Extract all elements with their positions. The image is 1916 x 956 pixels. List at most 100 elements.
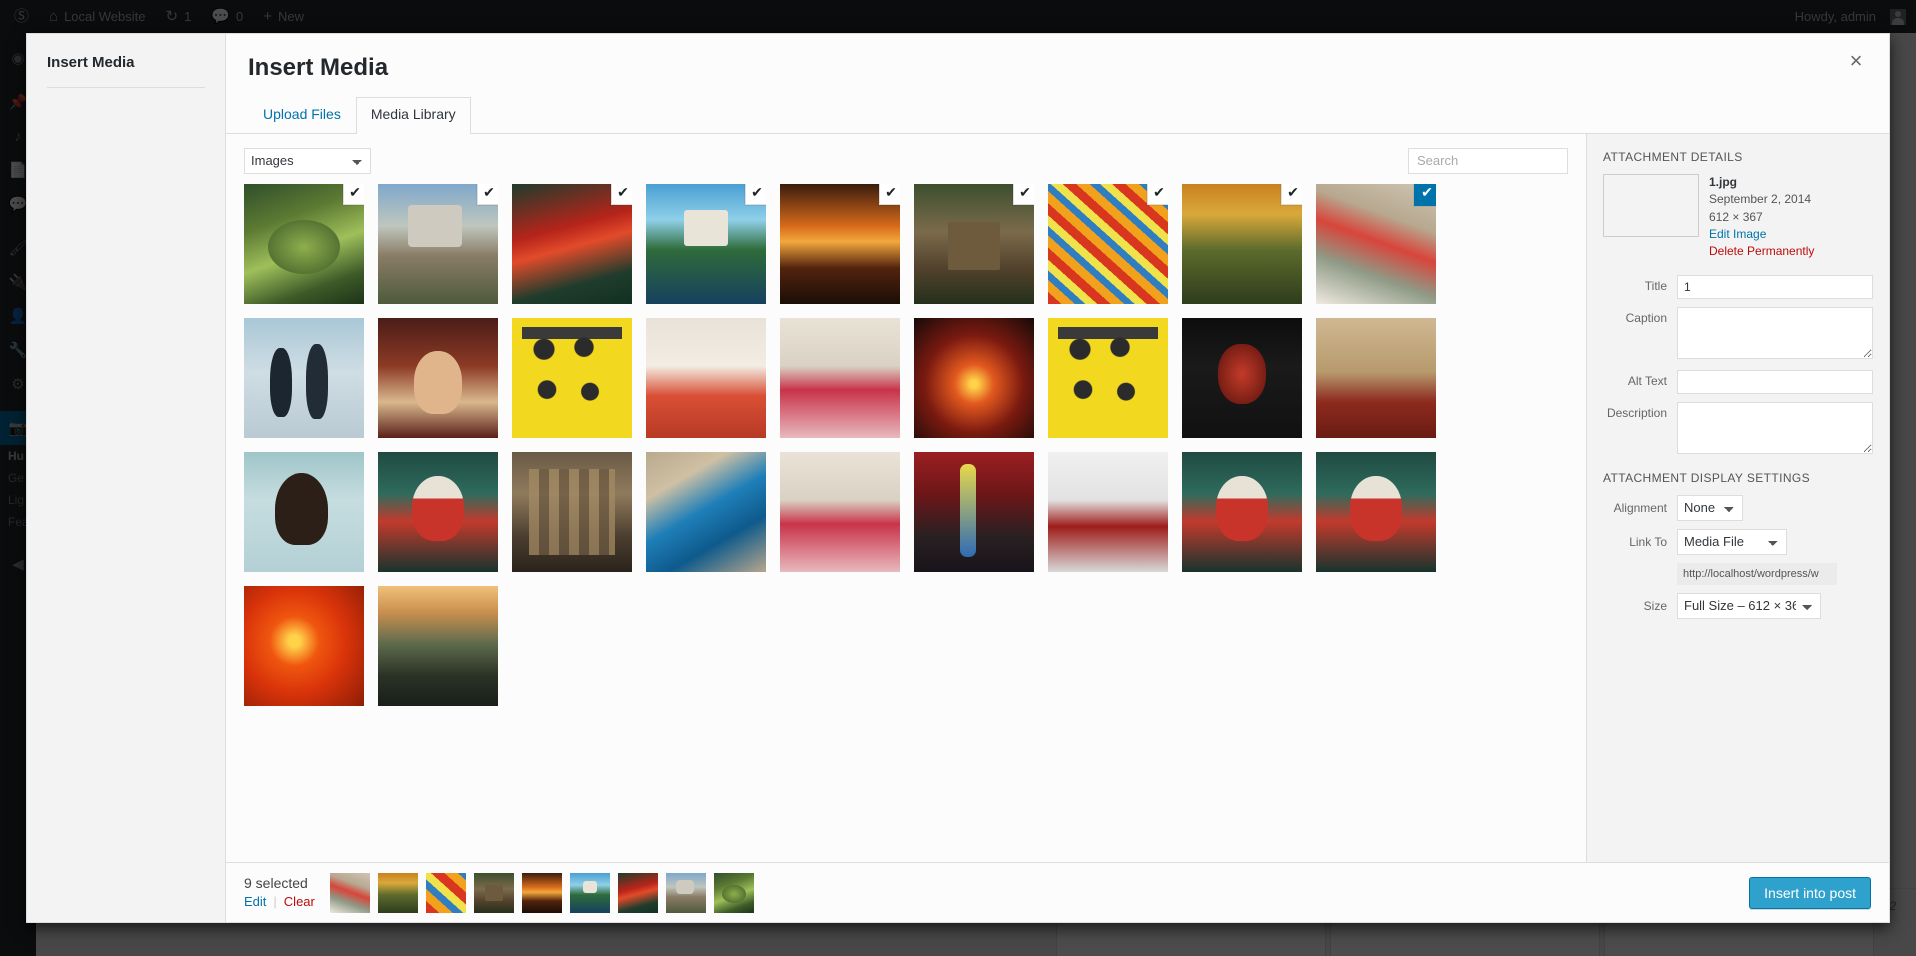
attachment-checkbox-icon[interactable]: ✔ [1414, 183, 1436, 206]
attachments-grid-scroll[interactable]: ✔✔✔✔✔✔✔✔✔✔✔✔✔✔✔✔✔✔✔✔✔✔✔✔✔✔✔✔✔ [226, 183, 1586, 862]
selected-count-label: 9 selected [244, 874, 308, 891]
attachment-blue-doorway[interactable]: ✔ [646, 451, 766, 572]
modal-title-bar: Insert Media × [226, 34, 1889, 91]
attachment-mountain-hut[interactable]: ✔ [914, 183, 1034, 304]
attachment-tribal-mask-woman[interactable]: ✔ [378, 451, 498, 572]
attachment-coastal-sunset[interactable]: ✔ [378, 585, 498, 706]
attachment-details-top: 1.jpg September 2, 2014 612 × 367 Edit I… [1603, 173, 1873, 261]
attachment-night-lanterns[interactable]: ✔ [780, 183, 900, 304]
link-url-input[interactable] [1677, 562, 1837, 585]
attachment-thumbnail-art [1048, 317, 1168, 438]
filmstrip-thumbnail-art [618, 872, 658, 913]
title-field-row: Title [1603, 274, 1873, 299]
caption-textarea[interactable] [1677, 306, 1873, 359]
attachment-tribal-mask-woman-3[interactable]: ✔ [1316, 451, 1436, 572]
modal-left-rail: Insert Media [27, 34, 226, 922]
attachment-lakeside-pagoda[interactable]: ✔ [646, 183, 766, 304]
attachment-thumbnail-art [646, 317, 766, 438]
attachment-checkbox-icon[interactable]: ✔ [1281, 183, 1302, 205]
insert-into-post-button[interactable]: Insert into post [1749, 876, 1871, 909]
attachment-checkbox-icon[interactable]: ✔ [1147, 183, 1168, 205]
filmstrip-thumbnail-art [522, 872, 562, 913]
media-type-filter-select[interactable]: All media itemsImagesAudioVideoUnattache… [244, 147, 371, 174]
attachment-poe-portrait[interactable]: ✔ [1182, 317, 1302, 438]
link-url-row [1603, 562, 1873, 585]
attachment-flamingo-car[interactable]: ✔ [780, 317, 900, 438]
attachment-red-bicycle[interactable]: ✔ [1316, 317, 1436, 438]
filmstrip-thumbnail-art [378, 872, 418, 913]
clear-selection-link[interactable]: Clear [284, 894, 315, 911]
media-toolbar: All media itemsImagesAudioVideoUnattache… [226, 134, 1586, 184]
description-textarea[interactable] [1677, 401, 1873, 454]
attachment-yellow-cameras-2[interactable]: ✔ [1048, 317, 1168, 438]
size-row: Size Thumbnail – 150 × 150Medium – 300 ×… [1603, 592, 1873, 619]
attachment-checkbox-icon[interactable]: ✔ [745, 183, 766, 205]
attachment-thumbnail-art [1316, 451, 1436, 572]
attachment-cliff-monastery[interactable]: ✔ [378, 183, 498, 304]
alt-text-field-row: Alt Text [1603, 369, 1873, 394]
attachment-red-sports-car[interactable]: ✔ [1048, 451, 1168, 572]
attachment-thumbnail-art [512, 451, 632, 572]
attachment-great-wall-sunset[interactable]: ✔ [1182, 183, 1302, 304]
filmstrip-red-river-valley[interactable] [618, 872, 658, 913]
filmstrip-great-wall-sunset[interactable] [378, 872, 418, 913]
attachment-skier-illustration[interactable]: ✔ [646, 317, 766, 438]
attachment-red-hair-portrait[interactable]: ✔ [378, 317, 498, 438]
filmstrip-night-lanterns[interactable] [522, 872, 562, 913]
actions-divider: | [273, 894, 277, 910]
page-title: Insert Media [248, 54, 389, 81]
edit-selection-link[interactable]: Edit [244, 894, 266, 911]
delete-permanently-link[interactable]: Delete Permanently [1709, 243, 1814, 260]
search-input[interactable] [1408, 147, 1568, 174]
size-select[interactable]: Thumbnail – 150 × 150Medium – 300 × 180F… [1677, 592, 1821, 619]
title-label: Title [1644, 278, 1667, 293]
attachments-grid: ✔✔✔✔✔✔✔✔✔✔✔✔✔✔✔✔✔✔✔✔✔✔✔✔✔✔✔✔✔ [244, 183, 1568, 706]
attachment-thumbnail-art [1182, 451, 1302, 572]
filmstrip-thumbnail-art [426, 872, 466, 913]
attachment-colorful-stripes[interactable]: ✔ [1048, 183, 1168, 304]
filmstrip-mountain-hut[interactable] [474, 872, 514, 913]
attachment-orange-flower[interactable]: ✔ [244, 585, 364, 706]
attachment-street-shops[interactable]: ✔ [512, 451, 632, 572]
attachment-checkbox-icon[interactable]: ✔ [879, 183, 900, 205]
close-icon[interactable]: × [1843, 48, 1869, 74]
attachment-girl-teal-portrait[interactable]: ✔ [244, 451, 364, 572]
link-to-row: Link To NoneMedia FileAttachment PageCus… [1603, 528, 1873, 555]
title-input[interactable] [1677, 274, 1873, 299]
attachment-hanging-temple[interactable]: ✔ [1316, 183, 1436, 304]
tab-upload-files[interactable]: Upload Files [248, 97, 356, 133]
attachment-preview-thumbnail[interactable] [1603, 173, 1699, 237]
attachment-checkbox-icon[interactable]: ✔ [611, 183, 632, 205]
attachment-checkbox-icon[interactable]: ✔ [343, 183, 364, 205]
caption-field-row: Caption [1603, 306, 1873, 362]
modal-main-frame: Insert Media × Upload Files Media Librar… [226, 34, 1889, 922]
alt-text-input[interactable] [1677, 369, 1873, 394]
attachment-skateboard-girl[interactable]: ✔ [914, 451, 1034, 572]
edit-image-link[interactable]: Edit Image [1709, 226, 1814, 243]
attachment-thumbnail-art [244, 585, 364, 706]
filmstrip-canyon-river[interactable] [714, 872, 754, 913]
filmstrip-hanging-temple[interactable] [330, 872, 370, 913]
tab-media-library[interactable]: Media Library [355, 97, 471, 134]
attachment-checkbox-icon[interactable]: ✔ [477, 183, 498, 205]
attachment-filename: 1.jpg [1709, 174, 1738, 189]
link-to-select[interactable]: NoneMedia FileAttachment PageCustom URL [1677, 528, 1787, 555]
filmstrip-cliff-monastery[interactable] [666, 872, 706, 913]
attachment-fire-dancer[interactable]: ✔ [914, 317, 1034, 438]
filmstrip-lakeside-pagoda[interactable] [570, 872, 610, 913]
selection-actions: Edit | Clear [244, 894, 330, 911]
filmstrip-thumbnail-art [474, 872, 514, 913]
attachment-yellow-cameras[interactable]: ✔ [512, 317, 632, 438]
attachment-red-river-valley[interactable]: ✔ [512, 183, 632, 304]
modal-footer-toolbar: 9 selected Edit | Clear Insert into post [226, 862, 1889, 922]
attachment-thumbnail-art [780, 317, 900, 438]
attachment-tribal-mask-woman-2[interactable]: ✔ [1182, 451, 1302, 572]
filmstrip-colorful-stripes[interactable] [426, 872, 466, 913]
attachment-thumbnail-art [646, 451, 766, 572]
attachment-checkbox-icon[interactable]: ✔ [1013, 183, 1034, 205]
alignment-select[interactable]: NoneLeftCenterRight [1677, 494, 1743, 521]
filmstrip-thumbnail-art [714, 872, 754, 913]
attachment-canyon-river[interactable]: ✔ [244, 183, 364, 304]
attachment-penguins[interactable]: ✔ [244, 317, 364, 438]
attachment-flamingo-car-2[interactable]: ✔ [780, 451, 900, 572]
